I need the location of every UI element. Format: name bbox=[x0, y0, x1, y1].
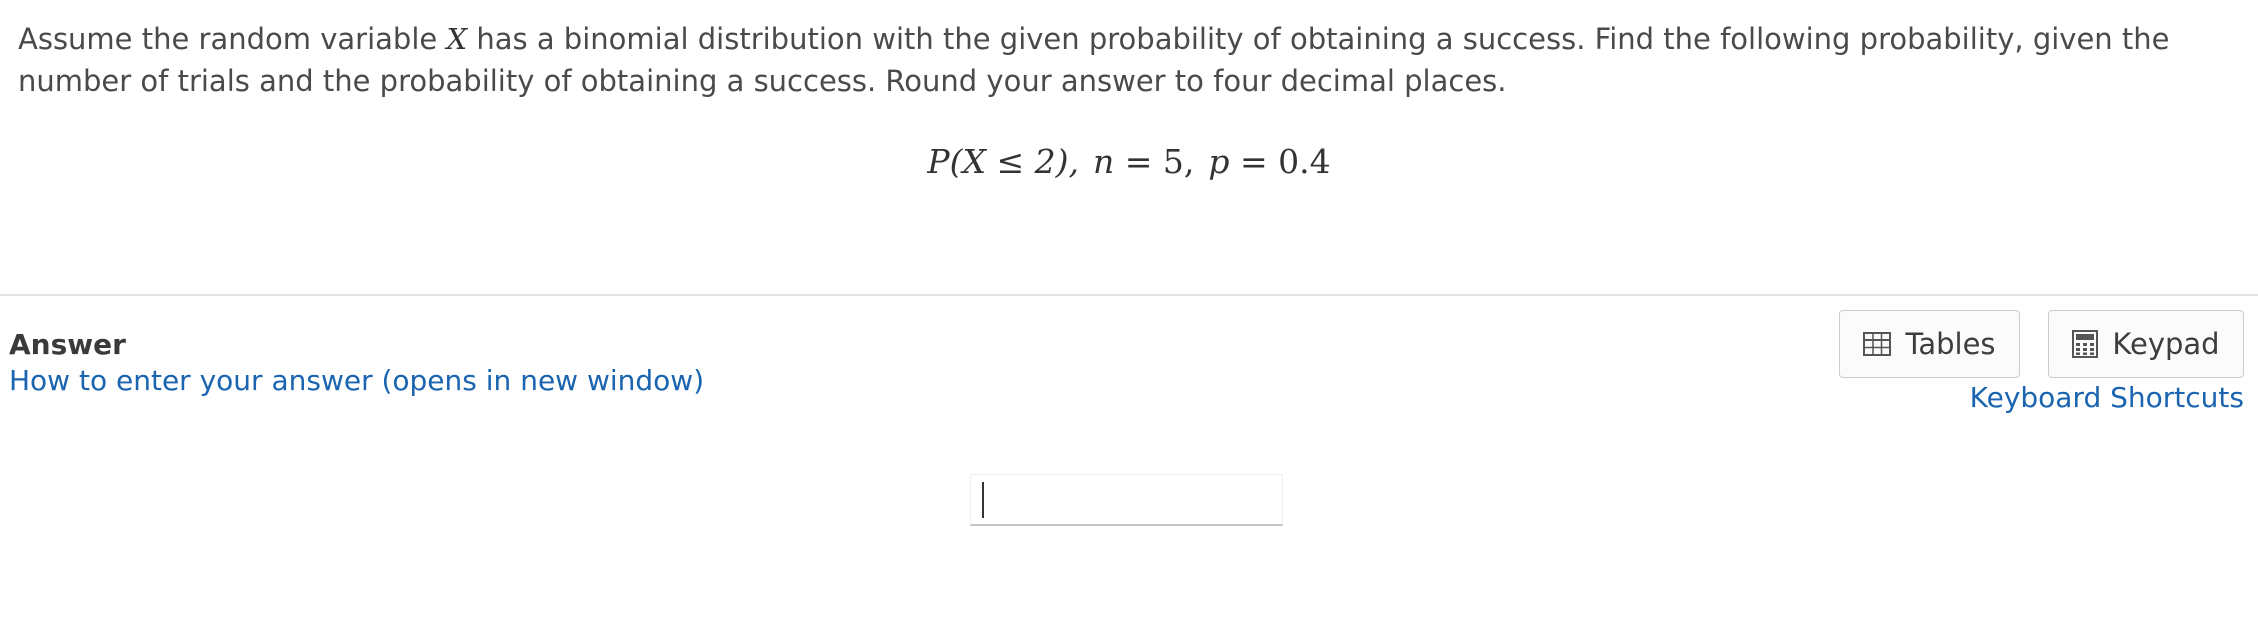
question-text-part1: Assume the random variable bbox=[18, 22, 447, 56]
how-to-enter-answer-link[interactable]: How to enter your answer (opens in new w… bbox=[9, 364, 704, 397]
formula-p-label: p bbox=[1208, 142, 1230, 181]
formula-p-value: = 0.4 bbox=[1239, 142, 1331, 181]
keyboard-shortcuts-link[interactable]: Keyboard Shortcuts bbox=[1970, 381, 2244, 414]
probability-formula: P(X ≤ 2), n = 5, p = 0.4 bbox=[0, 138, 2258, 186]
keypad-button-label: Keypad bbox=[2112, 327, 2220, 361]
section-divider bbox=[0, 294, 2258, 296]
tables-button[interactable]: Tables bbox=[1839, 310, 2020, 378]
formula-probability: P(X ≤ 2), bbox=[927, 142, 1079, 181]
table-grid-icon bbox=[1863, 332, 1892, 356]
text-caret bbox=[982, 482, 984, 518]
question-variable: X bbox=[446, 22, 468, 56]
question-text: Assume the random variable X has a binom… bbox=[18, 18, 2240, 102]
keypad-button[interactable]: Keypad bbox=[2048, 310, 2244, 378]
answer-input[interactable] bbox=[970, 474, 1283, 526]
tables-button-label: Tables bbox=[1905, 327, 1996, 361]
formula-n-value: = 5, bbox=[1124, 142, 1195, 181]
formula-n-label: n bbox=[1092, 142, 1115, 181]
calculator-icon bbox=[2072, 330, 2099, 358]
answer-label: Answer bbox=[9, 328, 126, 361]
